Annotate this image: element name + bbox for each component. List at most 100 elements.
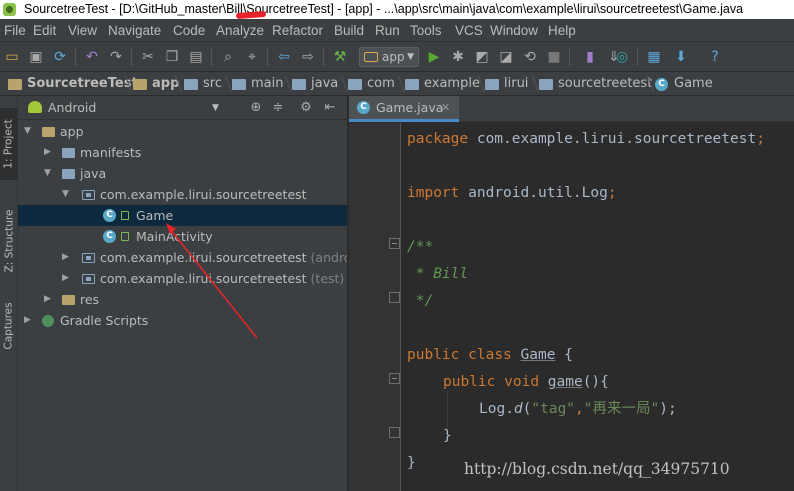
fold-marker-icon[interactable] [389, 427, 400, 438]
tool-tab-structure[interactable]: Z: Structure [0, 201, 18, 281]
menu-help[interactable]: Help [548, 21, 576, 40]
package-icon [82, 190, 95, 200]
sync-icon[interactable]: ⟳ [51, 48, 69, 66]
code-editor: C Game.java ✕ package com.example.lirui.… [349, 96, 794, 491]
menu-edit[interactable]: Edit [33, 21, 56, 40]
copy-icon[interactable]: ❐ [163, 48, 181, 66]
tree-node-label: manifests [80, 145, 142, 160]
code-line-package: package com.example.lirui.sourcetreetest… [407, 131, 765, 147]
download-icon[interactable]: ⬇ [672, 48, 690, 66]
menu-window[interactable]: Window [490, 21, 538, 40]
breadcrumb-item-example[interactable]: example [405, 72, 480, 96]
gradle-sync-icon[interactable]: ◎ [613, 48, 631, 66]
project-view-selector[interactable]: Android [48, 96, 96, 120]
breadcrumb-item-com[interactable]: com [348, 72, 395, 96]
toolbar-separator [131, 48, 132, 66]
collapsed-arrow-icon[interactable]: ▶ [44, 289, 51, 310]
tool-tab-project[interactable]: 1: Project [0, 108, 18, 180]
tree-node-java[interactable]: ▼ java [18, 163, 347, 184]
android-monitor-icon[interactable]: ⟲ [521, 48, 539, 66]
scroll-from-source-icon[interactable]: ⊕ [248, 100, 264, 116]
close-icon[interactable]: ✕ [441, 96, 450, 120]
run-configuration-select[interactable]: app ▼ [359, 47, 419, 67]
expanded-arrow-icon[interactable]: ▼ [24, 121, 31, 142]
menu-bar: File Edit View Navigate Code Analyze Ref… [0, 19, 794, 42]
make-icon[interactable]: ⚒ [331, 48, 349, 66]
run-icon[interactable]: ▶ [425, 48, 443, 66]
chevron-down-icon[interactable]: ▼ [212, 96, 219, 120]
attach-icon[interactable]: ◩ [473, 48, 491, 66]
collapsed-arrow-icon[interactable]: ▶ [62, 247, 69, 268]
collapse-all-icon[interactable]: ≑ [270, 100, 286, 116]
collapsed-arrow-icon[interactable]: ▶ [24, 310, 31, 331]
tool-tab-captures[interactable]: Captures [0, 291, 18, 361]
coverage-icon[interactable]: ◪ [497, 48, 515, 66]
breadcrumb-item-sourcetreetest[interactable]: sourcetreetest [539, 72, 652, 96]
menu-build[interactable]: Build [334, 21, 364, 40]
tree-node-mainactivity[interactable]: C MainActivity [18, 226, 347, 247]
breadcrumb-item-lirui[interactable]: lirui [485, 72, 528, 96]
menu-run[interactable]: Run [375, 21, 400, 40]
hide-panel-icon[interactable]: ⇤ [322, 100, 338, 116]
code-line-doc-author: * Bill [407, 266, 469, 282]
expanded-arrow-icon[interactable]: ▼ [62, 184, 69, 205]
back-icon[interactable]: ⇦ [275, 48, 293, 66]
menu-navigate[interactable]: Navigate [108, 21, 161, 40]
paste-icon[interactable]: ▤ [187, 48, 205, 66]
android-studio-icon [3, 3, 16, 16]
menu-vcs[interactable]: VCS [455, 21, 483, 40]
window-title: SourcetreeTest - [D:\GitHub_master\Bill\… [24, 2, 744, 16]
menu-analyze[interactable]: Analyze [216, 21, 264, 40]
class-icon: C [357, 101, 370, 114]
editor-tab-game[interactable]: C Game.java ✕ [349, 96, 459, 122]
fold-marker-icon[interactable] [389, 373, 400, 384]
project-structure-icon[interactable]: ▦ [645, 48, 663, 66]
menu-refactor[interactable]: Refactor [272, 21, 323, 40]
breadcrumb-item-main[interactable]: main [232, 72, 283, 96]
tree-node-label: app [60, 124, 84, 139]
code-area[interactable]: package com.example.lirui.sourcetreetest… [407, 123, 794, 491]
tree-node-package-main[interactable]: ▼ com.example.lirui.sourcetreetest [18, 184, 347, 205]
folder-icon [485, 78, 499, 90]
save-icon[interactable]: ▣ [27, 48, 45, 66]
toolbar-separator [637, 48, 638, 66]
code-line-class-close: } [407, 455, 416, 471]
toolbar-separator [569, 48, 570, 66]
undo-icon[interactable]: ↶ [83, 48, 101, 66]
tree-node-gradle-scripts[interactable]: ▶ Gradle Scripts [18, 310, 347, 331]
collapsed-arrow-icon[interactable]: ▶ [62, 268, 69, 289]
menu-code[interactable]: Code [173, 21, 205, 40]
debug-icon[interactable]: ✱ [449, 48, 467, 66]
open-icon[interactable]: ▭ [3, 48, 21, 66]
tree-node-label: java [80, 166, 107, 181]
avd-icon[interactable]: ▮ [581, 48, 599, 66]
redo-icon[interactable]: ↷ [107, 48, 125, 66]
expanded-arrow-icon[interactable]: ▼ [44, 163, 51, 184]
menu-file[interactable]: File [4, 21, 26, 40]
menu-view[interactable]: View [68, 21, 97, 40]
fold-marker-icon[interactable] [389, 238, 400, 249]
code-line-import: import android.util.Log; [407, 185, 617, 201]
run-configuration-label: app [382, 50, 405, 64]
forward-icon[interactable]: ⇨ [299, 48, 317, 66]
collapsed-arrow-icon[interactable]: ▶ [44, 142, 51, 163]
tree-node-res[interactable]: ▶ res [18, 289, 347, 310]
tree-node-manifests[interactable]: ▶ manifests [18, 142, 347, 163]
fold-marker-icon[interactable] [389, 292, 400, 303]
stop-icon[interactable]: ■ [545, 48, 563, 66]
breadcrumb-item-java[interactable]: java [292, 72, 338, 96]
tree-node-game[interactable]: C Game [18, 205, 347, 226]
breadcrumb-item-game[interactable]: C Game [655, 72, 713, 96]
breadcrumb-item-src[interactable]: src [184, 72, 222, 96]
project-panel: Android ▼ ⊕ ≑ ⚙ ⇤ ▼ app ▶ manifests ▼ ja… [18, 96, 348, 491]
menu-tools[interactable]: Tools [410, 21, 442, 40]
find-icon[interactable]: ⌕ [219, 48, 237, 66]
replace-icon[interactable]: ⌖ [243, 48, 261, 66]
tree-node-label: com.example.lirui.sourcetreetest (androi… [100, 250, 348, 265]
tree-node-app[interactable]: ▼ app [18, 121, 347, 142]
gear-icon[interactable]: ⚙ [298, 100, 314, 116]
cut-icon[interactable]: ✂ [139, 48, 157, 66]
help-icon[interactable]: ? [706, 48, 724, 66]
tree-node-package-test[interactable]: ▶ com.example.lirui.sourcetreetest (test… [18, 268, 347, 289]
tree-node-package-androidtest[interactable]: ▶ com.example.lirui.sourcetreetest (andr… [18, 247, 348, 268]
